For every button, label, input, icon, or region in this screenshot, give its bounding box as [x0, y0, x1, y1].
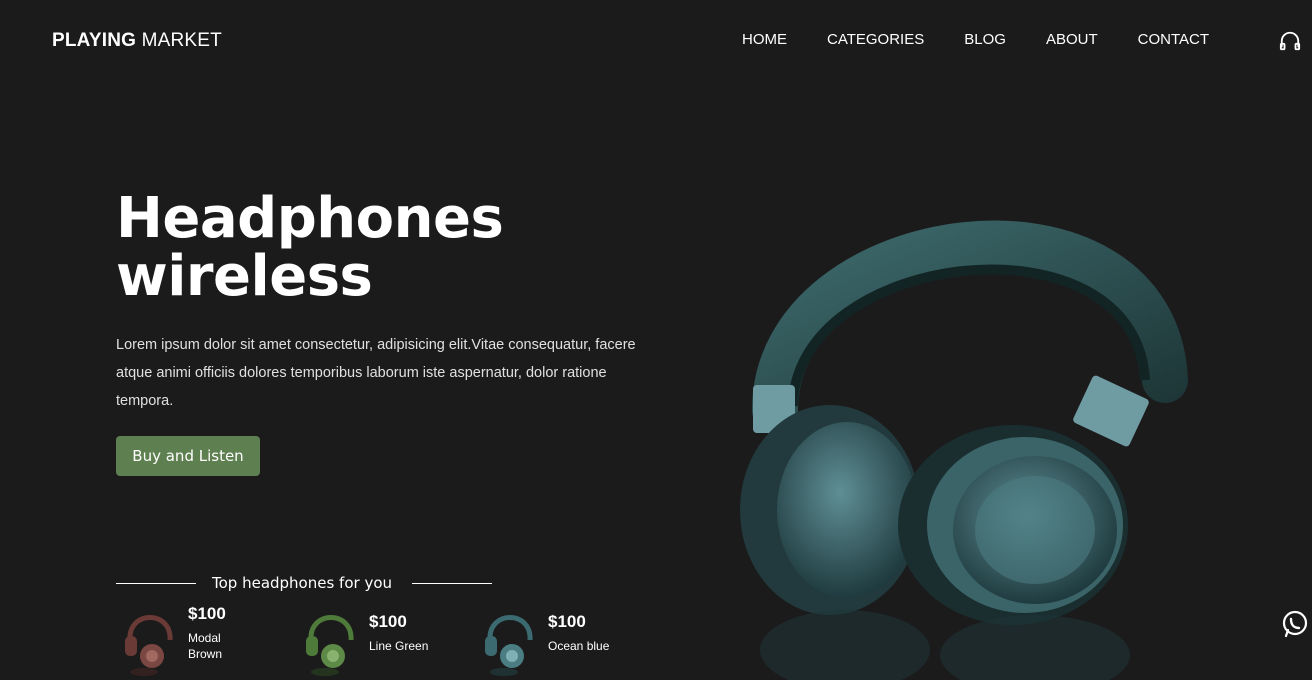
- nav-categories[interactable]: CATEGORIES: [827, 31, 924, 48]
- product-headphones-icon: [306, 615, 354, 676]
- brand-light: MARKET: [136, 30, 222, 51]
- nav-contact[interactable]: CONTACT: [1138, 31, 1209, 48]
- hero-title-line2: wireless: [116, 244, 373, 309]
- headphones-icon[interactable]: [1279, 30, 1301, 52]
- hero-headphones-image: [740, 220, 1188, 680]
- nav-home[interactable]: HOME: [742, 31, 787, 48]
- top-headphones-label: Top headphones for you: [212, 574, 393, 592]
- nav-blog[interactable]: BLOG: [964, 31, 1006, 48]
- product-price: $100: [188, 604, 226, 623]
- top-headphones-header: Top headphones for you: [116, 574, 496, 594]
- hero-description: Lorem ipsum dolor sit amet consectetur, …: [116, 337, 636, 409]
- hero-title: Headphones wireless: [116, 186, 504, 309]
- product-name: Modal Brown: [188, 631, 223, 661]
- product-headphones-icon: [485, 615, 533, 676]
- whatsapp-icon[interactable]: [1282, 610, 1312, 638]
- product-headphones-icon: [125, 615, 173, 676]
- product-name: Line Green: [369, 639, 429, 653]
- divider-left: [116, 583, 196, 584]
- nav-about[interactable]: ABOUT: [1046, 31, 1098, 48]
- hero-title-line1: Headphones: [116, 186, 504, 251]
- product-card-ocean-blue[interactable]: $100 Ocean blue: [480, 596, 638, 680]
- product-card-line-green[interactable]: $100 Line Green: [301, 596, 459, 680]
- divider-right: [412, 583, 492, 584]
- product-price: $100: [548, 612, 586, 631]
- page: PLAYING MARKET HOME CATEGORIES BLOG ABOU…: [0, 0, 1312, 680]
- product-card-modal-brown[interactable]: $100 Modal Brown: [120, 596, 238, 680]
- buy-and-listen-button[interactable]: Buy and Listen: [116, 436, 260, 476]
- brand-logo[interactable]: PLAYING MARKET: [52, 30, 222, 52]
- product-name: Ocean blue: [548, 639, 610, 653]
- brand-bold: PLAYING: [52, 30, 137, 51]
- product-price: $100: [369, 612, 407, 631]
- main-nav: HOME CATEGORIES BLOG ABOUT CONTACT: [742, 31, 1249, 48]
